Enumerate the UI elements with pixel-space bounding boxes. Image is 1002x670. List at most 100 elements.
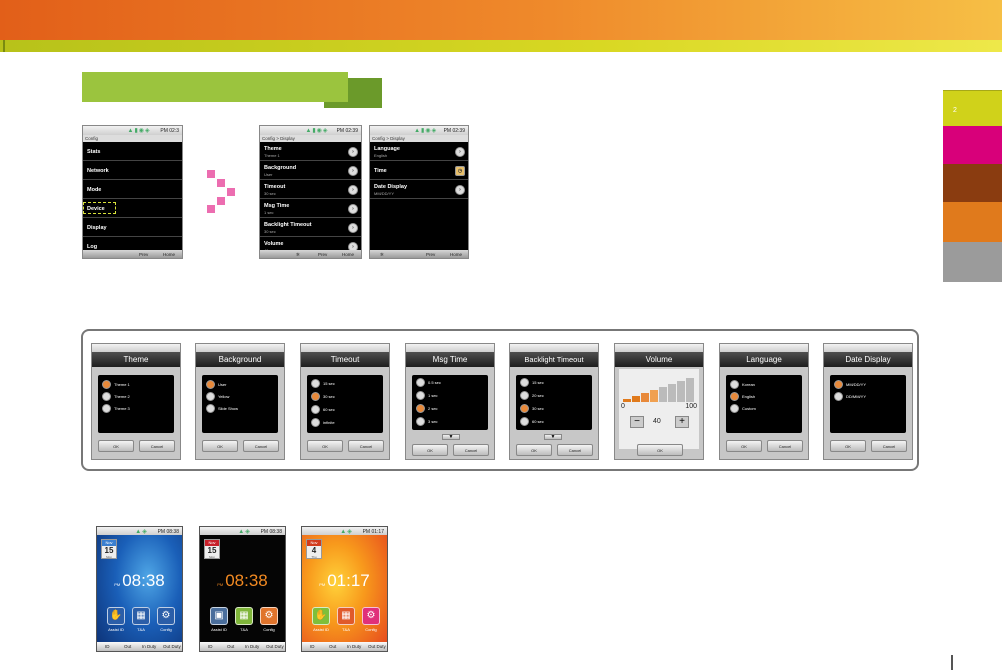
setting-date-display[interactable]: Date Display MM/DD/YY › [370, 181, 468, 199]
option-custom[interactable]: Custom [730, 404, 756, 413]
assist-id-icon[interactable]: ✋ [107, 607, 125, 625]
option-korean[interactable]: Korean [730, 380, 755, 389]
option-english[interactable]: English [730, 392, 755, 401]
cancel-button[interactable]: Cancel [557, 444, 593, 456]
option-theme-1[interactable]: Theme 1 [102, 380, 130, 389]
settings-icon[interactable]: ✲ [296, 252, 300, 258]
side-tab-2[interactable] [943, 126, 1002, 164]
cancel-button[interactable]: Cancel [139, 440, 175, 452]
id-softkey[interactable]: ID [208, 644, 213, 649]
config-gear-icon[interactable]: ⚙ [260, 607, 278, 625]
option-15-sec[interactable]: 15 sec [520, 378, 544, 387]
side-tab-4[interactable] [943, 202, 1002, 242]
option-20-sec[interactable]: 20 sec [520, 391, 544, 400]
setting-backlight-timeout[interactable]: Backlight Timeout 30 sec › [260, 219, 361, 237]
softkey-bar: ID Out In Duty Out Duty [200, 642, 285, 651]
scroll-down-icon[interactable]: ▼ [544, 434, 562, 440]
option-infinite[interactable]: infinite [311, 418, 335, 427]
ok-button[interactable]: OK [202, 440, 238, 452]
option-mm-dd-yy[interactable]: MM/DD/YY [834, 380, 866, 389]
in-duty-softkey[interactable]: In Duty [142, 644, 156, 649]
ok-button[interactable]: OK [830, 440, 866, 452]
ta-icon[interactable]: ▦ [132, 607, 150, 625]
home-softkey[interactable]: Home [163, 252, 175, 257]
option-yellow[interactable]: Yellow [206, 392, 229, 401]
setting-theme[interactable]: Theme Theme 1 › [260, 143, 361, 161]
ta-icon[interactable]: ▦ [235, 607, 253, 625]
cancel-button[interactable]: Cancel [348, 440, 384, 452]
option-2-sec[interactable]: 2 sec [416, 404, 438, 413]
option-15-sec[interactable]: 15 sec [311, 379, 335, 388]
chevron-icon: › [455, 185, 465, 195]
setting-background[interactable]: Background User › [260, 162, 361, 180]
option-0-5-sec[interactable]: 0.5 sec [416, 378, 441, 387]
home-softkey[interactable]: Home [450, 252, 462, 257]
option-theme-3[interactable]: Theme 3 [102, 404, 130, 413]
in-duty-softkey[interactable]: In Duty [245, 644, 259, 649]
out-duty-softkey[interactable]: Out Duty [368, 644, 386, 649]
scroll-down-icon[interactable]: ▼ [442, 434, 460, 440]
config-gear-icon[interactable]: ⚙ [362, 607, 380, 625]
prev-softkey[interactable]: Prev [318, 252, 327, 257]
cancel-button[interactable]: Cancel [243, 440, 279, 452]
setting-language[interactable]: Language English › [370, 143, 468, 161]
out-duty-softkey[interactable]: Out Duty [266, 644, 284, 649]
option-user[interactable]: User [206, 380, 226, 389]
setting-timeout[interactable]: Timeout 30 sec › [260, 181, 361, 199]
out-softkey[interactable]: Out [227, 644, 234, 649]
option-theme-2[interactable]: Theme 2 [102, 392, 130, 401]
prev-softkey[interactable]: Prev [426, 252, 435, 257]
prev-softkey[interactable]: Prev [139, 252, 148, 257]
volume-decrease-button[interactable]: − [630, 416, 644, 428]
ok-button[interactable]: OK [516, 444, 552, 456]
ok-button[interactable]: OK [307, 440, 343, 452]
menu-item-display[interactable]: Display [83, 219, 182, 237]
assist-id-icon[interactable]: ▣ [210, 607, 228, 625]
out-softkey[interactable]: Out [329, 644, 336, 649]
radio-icon [730, 380, 739, 389]
ok-button[interactable]: OK [412, 444, 448, 456]
side-tab-3[interactable] [943, 164, 1002, 202]
status-bar: ▲◈ PM 01:17 [302, 527, 387, 535]
option-30-sec[interactable]: 30 sec [520, 404, 544, 413]
assist-id-icon[interactable]: ✋ [312, 607, 330, 625]
settings-icon[interactable]: ✲ [380, 252, 384, 258]
ok-button[interactable]: OK [637, 444, 683, 456]
out-duty-softkey[interactable]: Out Duty [163, 644, 181, 649]
dialog-volume: Volume 0 100 − 40 + OK [614, 343, 704, 460]
ok-button[interactable]: OK [726, 440, 762, 452]
radio-selected-icon [520, 404, 529, 413]
option-60-sec[interactable]: 60 sec [311, 405, 335, 414]
id-softkey[interactable]: ID [310, 644, 315, 649]
out-softkey[interactable]: Out [124, 644, 131, 649]
cancel-button[interactable]: Cancel [453, 444, 489, 456]
id-softkey[interactable]: ID [105, 644, 110, 649]
volume-increase-button[interactable]: + [675, 416, 689, 428]
ok-button[interactable]: OK [98, 440, 134, 452]
status-bar [196, 344, 284, 352]
config-gear-icon[interactable]: ⚙ [157, 607, 175, 625]
option-3-sec[interactable]: 3 sec [416, 417, 438, 426]
option-slide-show[interactable]: Slide Show [206, 404, 238, 413]
option-60-sec[interactable]: 60 sec [520, 417, 544, 426]
home-softkey[interactable]: Home [342, 252, 354, 257]
option-dd-mm-yy[interactable]: DD/MM/YY [834, 392, 866, 401]
menu-item-stats[interactable]: Stats [83, 143, 182, 161]
dialog-title: Timeout [301, 352, 389, 367]
menu-item-network[interactable]: Network [83, 162, 182, 180]
clock: PM 08:38 [114, 571, 165, 590]
option-1-sec[interactable]: 1 sec [416, 391, 438, 400]
radio-selected-icon [416, 404, 425, 413]
side-tab-5[interactable] [943, 242, 1002, 282]
setting-time[interactable]: Time ◷ [370, 162, 468, 180]
cancel-button[interactable]: Cancel [871, 440, 907, 452]
cancel-button[interactable]: Cancel [767, 440, 803, 452]
setting-msg-time[interactable]: Msg Time 1 sec › [260, 200, 361, 218]
app-label: Assist ID [313, 627, 329, 632]
option-30-sec[interactable]: 30 sec [311, 392, 335, 401]
menu-item-mode[interactable]: Mode [83, 181, 182, 199]
in-duty-softkey[interactable]: In Duty [347, 644, 361, 649]
side-tab-1[interactable]: 2 [943, 90, 1002, 126]
ta-icon[interactable]: ▦ [337, 607, 355, 625]
status-bar: ▲▮◉◈ PM 02:39 [260, 126, 361, 135]
